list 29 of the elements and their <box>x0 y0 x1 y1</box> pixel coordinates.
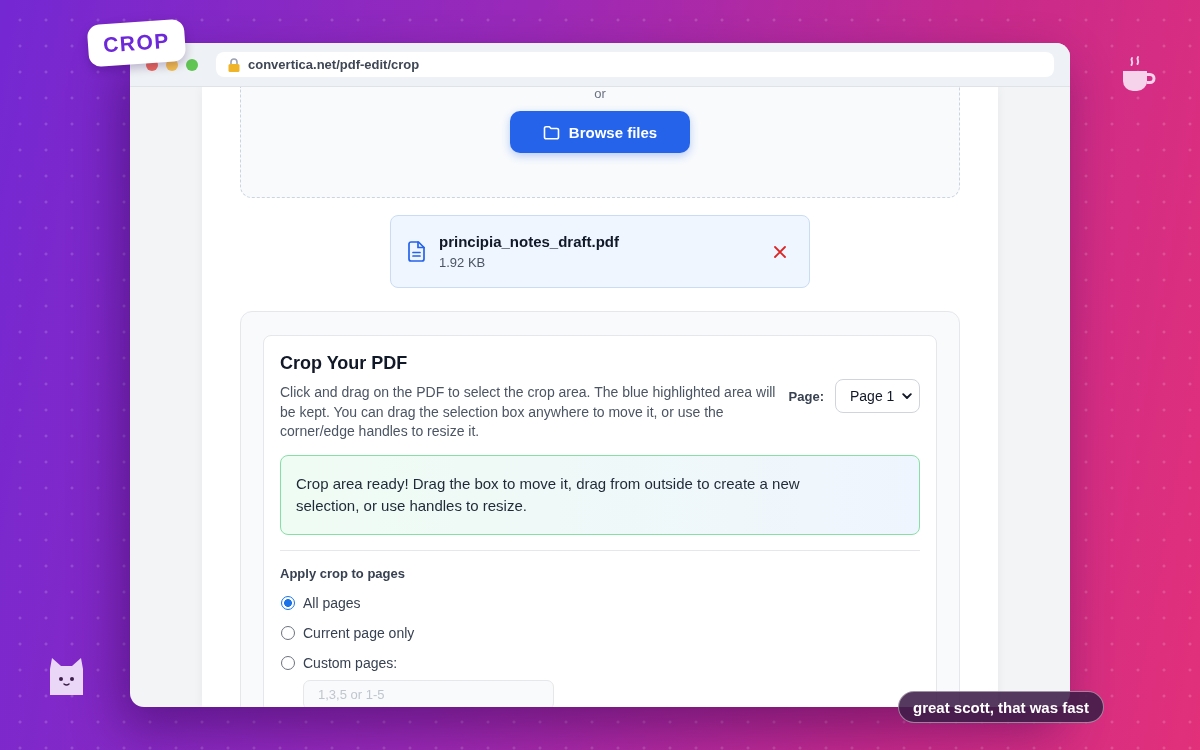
browse-files-button[interactable]: Browse files <box>510 111 690 153</box>
file-size: 1.92 KB <box>439 254 487 271</box>
chevron-down-icon <box>902 392 912 400</box>
radio-button[interactable] <box>281 625 295 640</box>
speech-bubble: great scott, that was fast <box>898 691 1104 723</box>
upload-dropzone[interactable]: or Browse files <box>240 87 960 198</box>
address-bar[interactable]: convertica.net/pdf-edit/crop <box>216 52 1054 77</box>
folder-icon <box>542 124 560 140</box>
radio-label[interactable]: Custom pages: <box>303 654 398 671</box>
crop-title: Crop Your PDF <box>280 352 409 374</box>
radio-button[interactable] <box>281 595 295 610</box>
lock-icon <box>228 57 240 72</box>
window-maximize-button[interactable] <box>186 58 198 71</box>
document-icon <box>408 241 426 262</box>
remove-file-button[interactable] <box>773 244 787 259</box>
crop-badge: CROP <box>86 18 187 68</box>
crop-instructions: Click and drag on the PDF to select the crop area. The blue highlighted area will be kept. You can drag the selection box anywhere to move it, or use the corner/edge handles to resize it. <box>280 383 777 441</box>
close-icon <box>773 244 787 259</box>
radio-button[interactable] <box>281 655 295 670</box>
apply-pages-label: Apply crop to pages <box>280 565 406 582</box>
custom-pages-input[interactable]: 1,3,5 or 1-5 <box>303 679 554 707</box>
page-label: Page: <box>788 388 824 404</box>
file-name: principia_notes_draft.pdf <box>439 232 621 251</box>
radio-label[interactable]: All pages <box>303 594 361 611</box>
page-select[interactable]: Page 1 <box>835 379 920 413</box>
radio-label[interactable]: Current page only <box>303 624 415 641</box>
or-divider-text: or <box>594 87 606 101</box>
cat-face-icon <box>47 657 86 697</box>
success-alert: Crop area ready! Drag the box to move it, drag from outside to create a new selection, or use handles to resize. <box>280 454 920 535</box>
